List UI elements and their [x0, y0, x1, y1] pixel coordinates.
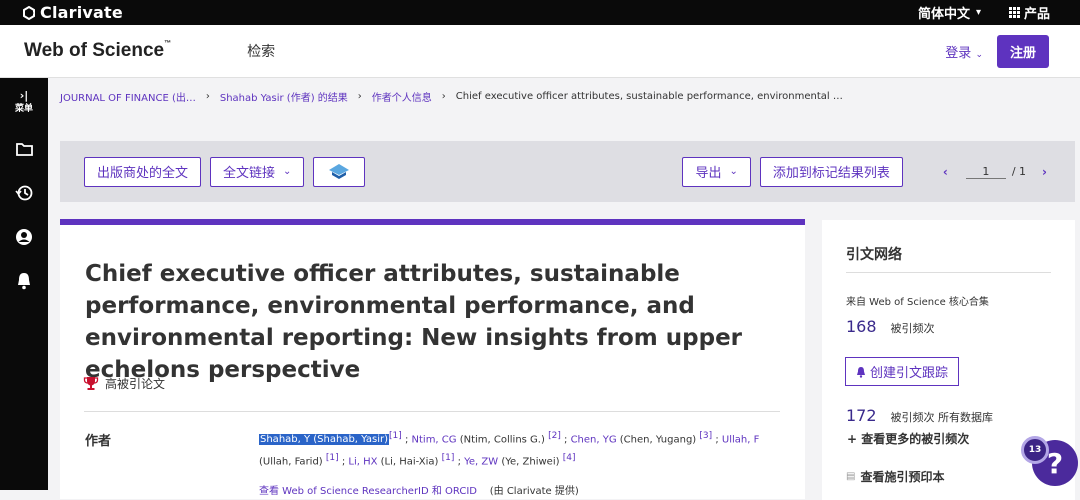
- author-list: Shahab, Y (Shahab, Yasir)[1] ; Ntim, CG …: [259, 431, 760, 468]
- register-button[interactable]: 注册: [996, 34, 1049, 68]
- chevron-right-icon[interactable]: ›: [1042, 165, 1047, 179]
- grid-icon: [1008, 7, 1020, 18]
- wos-logo[interactable]: Web of Science™: [24, 40, 171, 62]
- endnote-button[interactable]: [313, 156, 366, 187]
- affiliation-ref[interactable]: [1]: [442, 453, 455, 463]
- author-link[interactable]: Chen, YG: [571, 434, 617, 445]
- bell-icon: [857, 366, 865, 378]
- all-db-citation-count: 172 被引频次 所有数据库: [846, 406, 993, 425]
- page-total: / 1: [1011, 165, 1027, 178]
- clarivate-logo-icon: [23, 5, 35, 20]
- sidebar-expand-button[interactable]: ›| 菜单: [15, 90, 33, 115]
- chevron-right-icon: ›: [205, 91, 210, 102]
- chevron-down-icon: ⌄: [283, 166, 292, 177]
- publisher-full-text-button[interactable]: 出版商处的全文: [84, 156, 202, 187]
- chevron-down-icon: ⌄: [975, 49, 983, 60]
- core-count-link[interactable]: 168: [846, 317, 877, 336]
- article-card: Chief executive officer attributes, sust…: [60, 219, 805, 499]
- divider: [846, 272, 1051, 273]
- export-button[interactable]: 导出 ⌄: [682, 156, 751, 187]
- author-link[interactable]: Ullah, F: [722, 434, 759, 445]
- chevron-right-icon: ›: [357, 91, 362, 102]
- folder-icon[interactable]: [14, 139, 34, 159]
- full-text-links-button[interactable]: 全文链接 ⌄: [210, 156, 305, 187]
- affiliation-ref[interactable]: [1]: [326, 453, 339, 463]
- researcher-id-link[interactable]: 查看 Web of Science ResearcherID 和 ORCID: [259, 486, 477, 497]
- breadcrumb-journal[interactable]: JOURNAL OF FINANCE (出…: [60, 89, 196, 104]
- sidebar: ›| 菜单: [0, 78, 48, 490]
- authors-label: 作者: [85, 434, 112, 449]
- history-icon[interactable]: [14, 183, 34, 203]
- products-label: 产品: [1023, 7, 1050, 22]
- breadcrumb-current: Chief executive officer attributes, sust…: [455, 91, 843, 102]
- breadcrumb: JOURNAL OF FINANCE (出… › Shahab Yasir (作…: [60, 89, 843, 104]
- notification-badge: 13: [1021, 436, 1049, 464]
- see-more-citations-link[interactable]: + 查看更多的被引频次: [847, 430, 969, 447]
- clarivate-topbar: Clarivate 简体中文 ▾ 产品: [0, 0, 1080, 25]
- user-icon[interactable]: [14, 227, 34, 247]
- create-citation-alert-button[interactable]: 创建引文跟踪: [845, 357, 960, 386]
- citation-network-title: 引文网络: [846, 247, 902, 263]
- record-toolbar: 出版商处的全文 全文链接 ⌄ 导出 ⌄ 添加到标记结果列表 ‹ 1 / 1 ›: [60, 141, 1075, 202]
- all-count-label: 被引频次 所有数据库: [890, 411, 994, 424]
- page-input[interactable]: 1: [965, 165, 1006, 179]
- provided-by: (由 Clarivate 提供): [489, 486, 579, 497]
- chevron-down-icon: ▾: [975, 7, 981, 18]
- search-link[interactable]: 检索: [247, 41, 275, 61]
- highly-cited-badge: 高被引论文: [83, 375, 165, 392]
- all-count-link[interactable]: 172: [846, 406, 877, 425]
- core-count-label: 被引频次: [890, 322, 935, 335]
- language-label: 简体中文: [917, 7, 970, 22]
- menu-label: 菜单: [14, 104, 33, 114]
- author-link[interactable]: Ntim, CG: [412, 434, 457, 445]
- endnote-icon: [329, 163, 350, 179]
- add-to-marked-list-button[interactable]: 添加到标记结果列表: [759, 156, 903, 187]
- wos-header: Web of Science™ 检索 登录 ⌄ 注册: [0, 25, 1080, 78]
- breadcrumb-author-profile[interactable]: 作者个人信息: [372, 89, 432, 104]
- affiliation-ref[interactable]: [4]: [563, 453, 576, 463]
- bell-icon[interactable]: [14, 271, 34, 291]
- brand-name: Clarivate: [40, 3, 123, 22]
- affiliation-ref[interactable]: [3]: [699, 431, 712, 441]
- core-citation-count: 168 被引频次: [846, 317, 935, 336]
- affiliation-ref[interactable]: [1]: [389, 431, 402, 441]
- document-icon: ▤: [846, 471, 856, 482]
- expand-icon: ›|: [19, 89, 29, 102]
- author-link[interactable]: Shahab, Y (Shahab, Yasir): [259, 434, 390, 446]
- author-link[interactable]: Li, HX: [348, 457, 377, 468]
- core-collection-label: 来自 Web of Science 核心合集: [846, 297, 989, 308]
- author-link[interactable]: Ye, ZW: [464, 457, 498, 468]
- chevron-right-icon: ›: [441, 91, 446, 102]
- chevron-down-icon: ⌄: [729, 166, 738, 177]
- affiliation-ref[interactable]: [2]: [548, 431, 561, 441]
- trophy-icon: [83, 377, 99, 390]
- products-menu[interactable]: 产品: [1008, 3, 1050, 22]
- divider: [84, 411, 780, 412]
- language-selector[interactable]: 简体中文 ▾: [918, 3, 981, 22]
- article-title: Chief executive officer attributes, sust…: [85, 261, 743, 383]
- breadcrumb-author-results[interactable]: Shahab Yasir (作者) 的结果: [220, 89, 348, 104]
- login-button[interactable]: 登录 ⌄: [945, 42, 983, 61]
- chevron-left-icon[interactable]: ‹: [943, 165, 948, 179]
- citing-preprints-link[interactable]: ▤ 查看施引预印本: [846, 468, 944, 485]
- clarivate-brand[interactable]: Clarivate: [22, 3, 123, 22]
- pager: ‹ 1 / 1 ›: [943, 165, 1047, 179]
